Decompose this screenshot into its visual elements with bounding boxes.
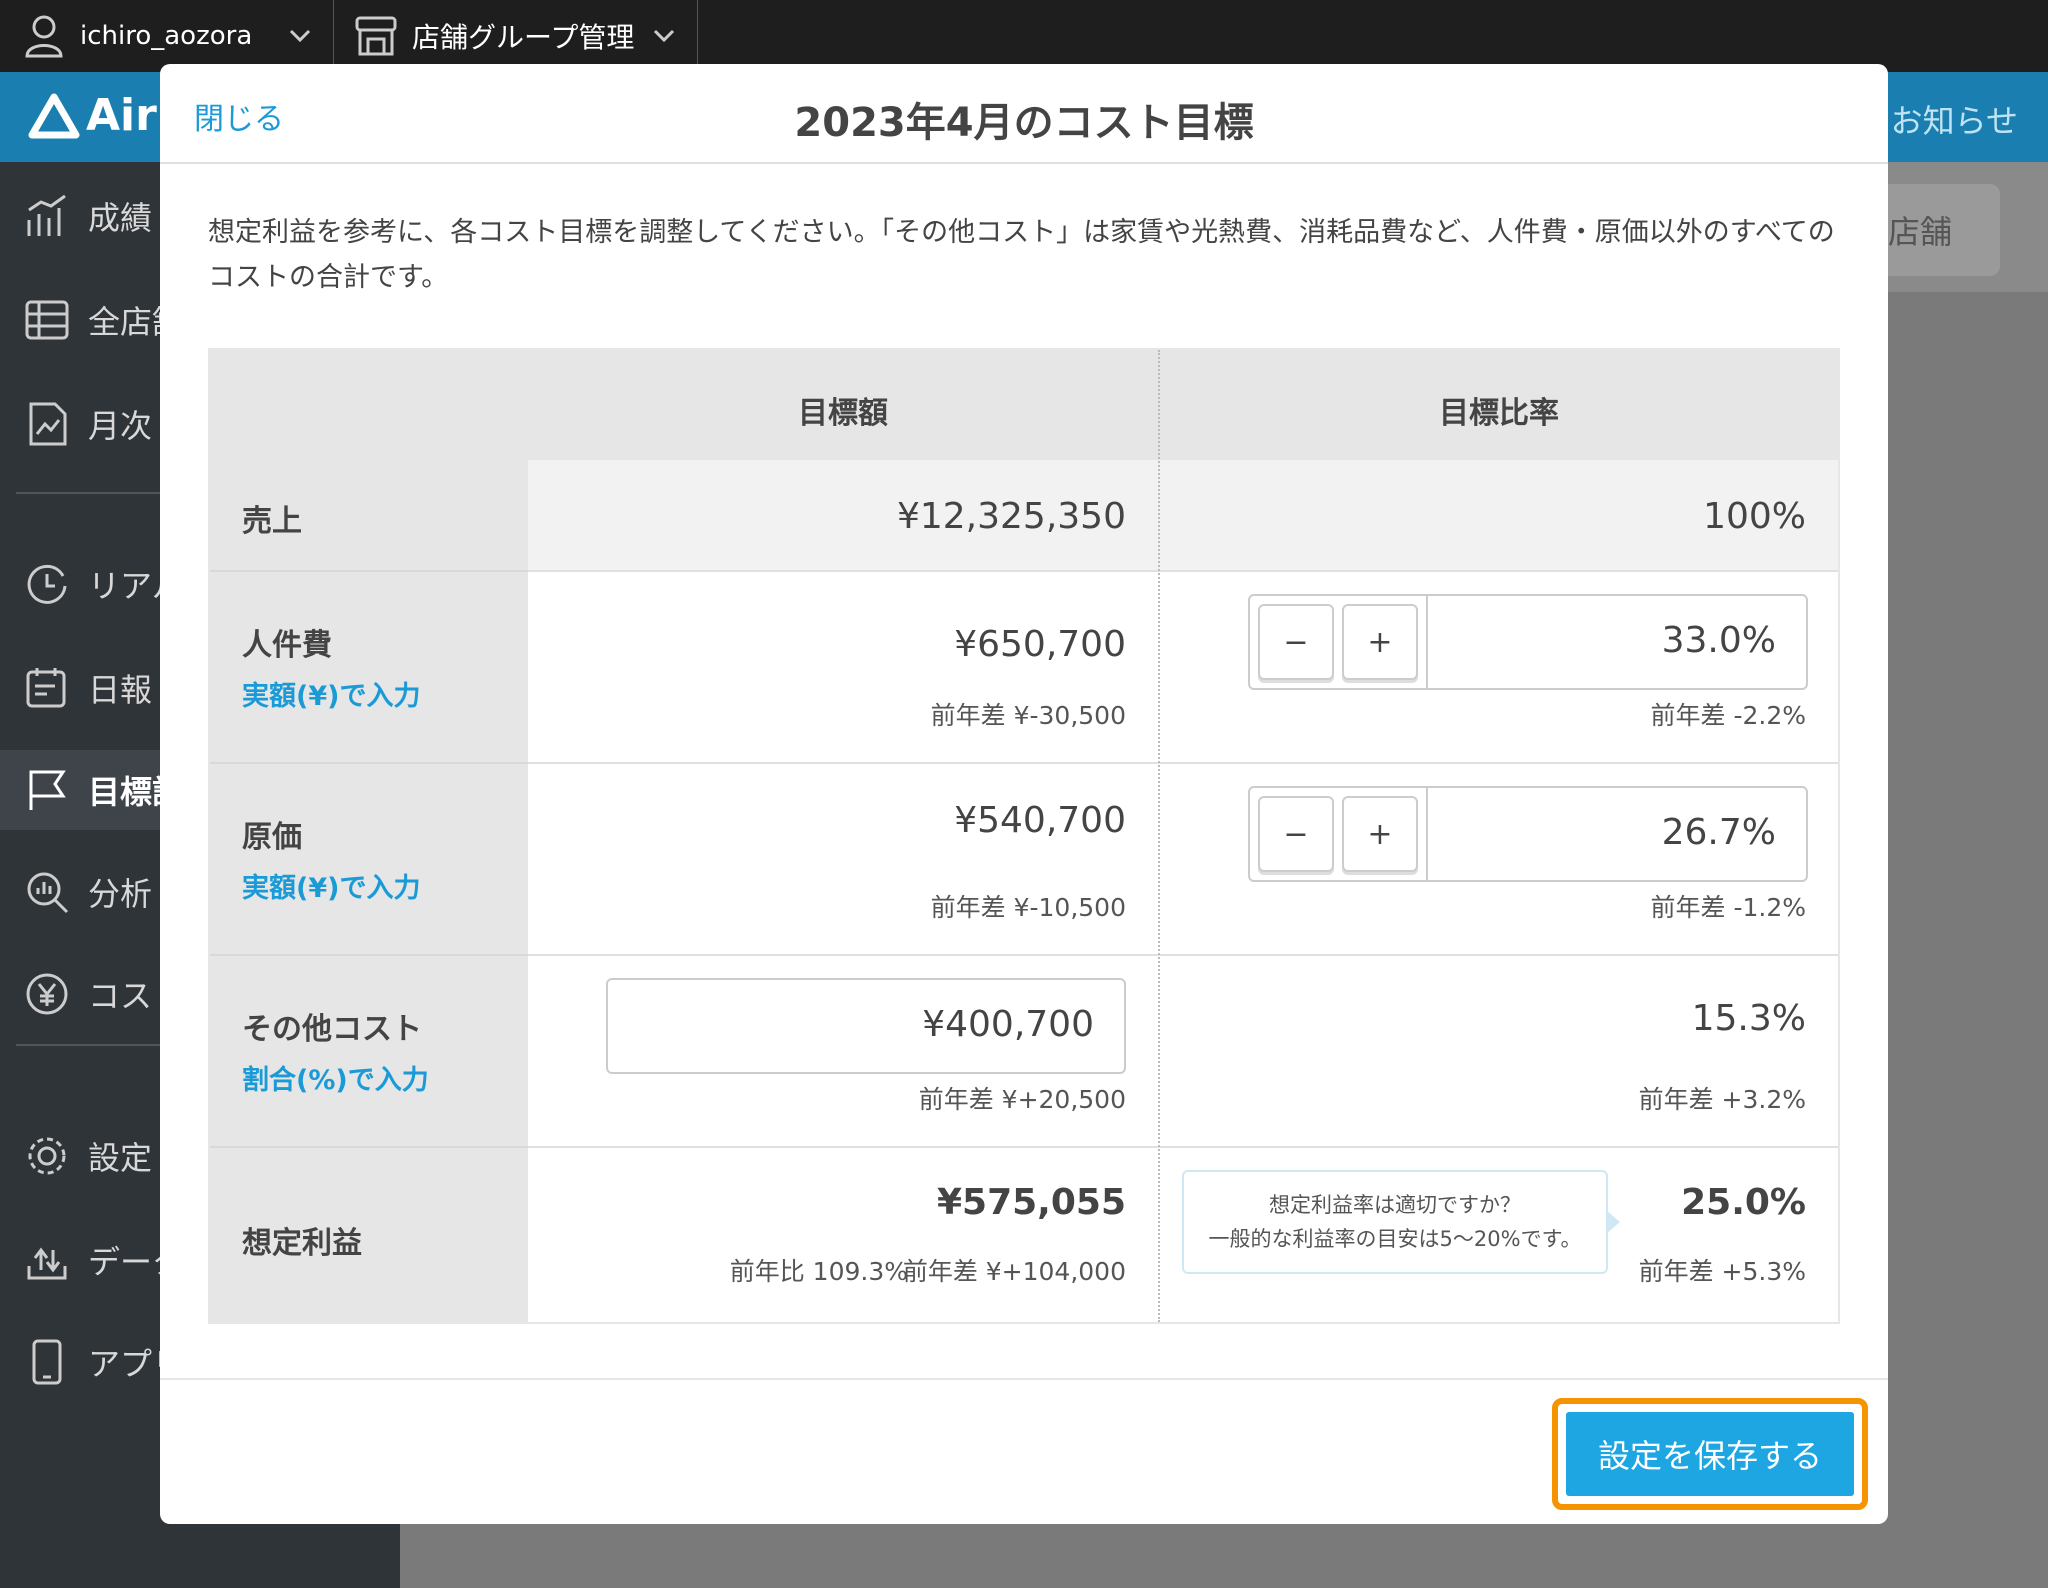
analysis-icon [24, 869, 70, 915]
cost-target-modal: 閉じる 2023年4月のコスト目標 想定利益を参考に、各コスト目標を調整してくだ… [160, 64, 1888, 1524]
cogs-amount: ¥540,700 [954, 800, 1126, 841]
table-row-label-cell: 原価 実額(¥)で入力 [210, 764, 528, 956]
labor-increment-button[interactable]: + [1342, 604, 1418, 680]
yen-icon [24, 971, 70, 1017]
top-bar: ichiro_aozora 店舗グループ管理 [0, 0, 2048, 72]
profit-amount: ¥575,055 [936, 1182, 1126, 1223]
header-ratio: 目標比率 [1160, 350, 1838, 460]
flag-icon [24, 767, 70, 813]
stepper-divider [1426, 788, 1428, 880]
phone-icon [24, 1339, 70, 1385]
store-button[interactable]: 店舗 [1870, 184, 2000, 276]
other-ratio-diff: 前年差 +3.2% [1638, 1085, 1806, 1114]
table-row-label-cell: その他コスト 割合(%)で入力 [210, 956, 528, 1148]
row-label-profit: 想定利益 [242, 1226, 362, 1261]
cogs-amount-diff: 前年差 ¥-10,500 [930, 893, 1126, 922]
sidebar-item-label: 分析 [88, 875, 153, 913]
labor-ratio-input[interactable]: 33.0% [1662, 620, 1776, 661]
tooltip-line-1: 想定利益率は適切ですか？ [1269, 1193, 1521, 1217]
logo-text: Air [86, 90, 157, 141]
notice-link[interactable]: お知らせ [1891, 96, 2018, 142]
row-label-sales: 売上 [242, 504, 302, 539]
sidebar-item-label: 設定 [88, 1139, 153, 1177]
cogs-input-mode-link[interactable]: 実額(¥)で入力 [242, 866, 420, 905]
profit-ratio-diff: 前年差 +5.3% [1638, 1257, 1806, 1286]
modal-description: 想定利益を参考に、各コスト目標を調整してください。「その他コスト」は家賃や光熱費… [208, 217, 1835, 293]
chevron-down-icon [653, 29, 675, 43]
calendar-edit-icon [24, 665, 70, 711]
header-amount: 目標額 [528, 350, 1158, 460]
tooltip-line-2: 一般的な利益率の目安は5〜20%です。 [1208, 1227, 1582, 1251]
labor-amount: ¥650,700 [954, 624, 1126, 665]
upload-icon [24, 1237, 70, 1283]
sales-ratio: 100% [1703, 496, 1806, 537]
account-menu[interactable]: ichiro_aozora [0, 0, 334, 72]
other-input-mode-link[interactable]: 割合(%)で入力 [242, 1058, 429, 1097]
profit-yoy-ratio: 前年比 109.3% [729, 1257, 908, 1286]
labor-input-mode-link[interactable]: 実額(¥)で入力 [242, 674, 420, 713]
save-button[interactable]: 設定を保存する [1566, 1412, 1854, 1496]
row-label-other: その他コスト [242, 1012, 422, 1047]
cogs-decrement-button[interactable]: − [1258, 796, 1334, 872]
row-label-labor: 人件費 [242, 628, 332, 663]
cogs-ratio-stepper: − + 26.7% [1248, 786, 1808, 882]
other-amount-diff: 前年差 ¥+20,500 [918, 1085, 1126, 1114]
sidebar-divider [16, 492, 166, 494]
user-icon [25, 15, 63, 58]
modal-title: 2023年4月のコスト目標 [794, 100, 1254, 146]
labor-decrement-button[interactable]: − [1258, 604, 1334, 680]
header-amount-label: 目標額 [798, 396, 888, 431]
ratio-column: 100% − + 33.0% 前年差 -2.2% − + 26.7% 前年差 -… [1160, 460, 1838, 1322]
labor-ratio-diff: 前年差 -2.2% [1650, 701, 1806, 730]
cogs-ratio-diff: 前年差 -1.2% [1650, 893, 1806, 922]
store-icon [355, 16, 397, 56]
other-ratio: 15.3% [1691, 998, 1806, 1039]
cogs-ratio-input[interactable]: 26.7% [1662, 812, 1776, 853]
monthly-report-icon [24, 401, 70, 447]
cogs-increment-button[interactable]: + [1342, 796, 1418, 872]
table-row-label-cell: 人件費 実額(¥)で入力 [210, 572, 528, 764]
profit-ratio-cell: 想定利益率は適切ですか？ 一般的な利益率の目安は5〜20%です。 [1160, 1148, 1838, 1322]
profit-rate-tooltip: 想定利益率は適切ですか？ 一般的な利益率の目安は5〜20%です。 [1182, 1170, 1620, 1274]
chevron-down-icon [289, 29, 311, 43]
table-row-label-cell: 想定利益 [210, 1148, 528, 1322]
other-cost-amount-value: ¥400,700 [922, 1004, 1094, 1045]
table-row-label-cell: 売上 [210, 460, 528, 572]
amount-column: ¥12,325,350 ¥650,700 前年差 ¥-30,500 ¥540,7… [528, 460, 1158, 1322]
store-group-menu[interactable]: 店舗グループ管理 [334, 0, 698, 72]
modal-footer-divider [160, 1378, 1888, 1380]
chart-bar-icon [24, 193, 70, 239]
clock-icon [24, 561, 70, 607]
save-button-highlight: 設定を保存する [1552, 1398, 1868, 1510]
app-logo: Air [28, 90, 157, 141]
profit-amount-diff: 前年差 ¥+104,000 [902, 1257, 1126, 1286]
other-cost-amount-input[interactable]: ¥400,700 [606, 978, 1126, 1074]
logo-triangle-icon [28, 93, 80, 138]
cost-target-table: 目標額 目標比率 売上 人件費 実額(¥)で入力 原価 実額(¥)で入力 その他… [208, 348, 1840, 1324]
sidebar-item-label: 日報 [88, 671, 153, 709]
gear-icon [24, 1133, 70, 1179]
stepper-divider [1426, 596, 1428, 688]
header-ratio-label: 目標比率 [1439, 396, 1559, 431]
row-label-cogs: 原価 [242, 820, 302, 855]
sidebar-divider [16, 1044, 166, 1046]
table-icon [24, 297, 70, 343]
sidebar-item-label: 成績 [88, 199, 153, 237]
profit-ratio: 25.0% [1681, 1182, 1806, 1223]
account-name: ichiro_aozora [80, 21, 253, 51]
sales-amount: ¥12,325,350 [896, 496, 1126, 537]
labor-ratio-stepper: − + 33.0% [1248, 594, 1808, 690]
sidebar-item-label: 月次 [88, 407, 153, 445]
modal-header: 閉じる 2023年4月のコスト目標 [160, 64, 1888, 164]
store-group-label: 店舗グループ管理 [412, 21, 635, 54]
labor-amount-diff: 前年差 ¥-30,500 [930, 701, 1126, 730]
